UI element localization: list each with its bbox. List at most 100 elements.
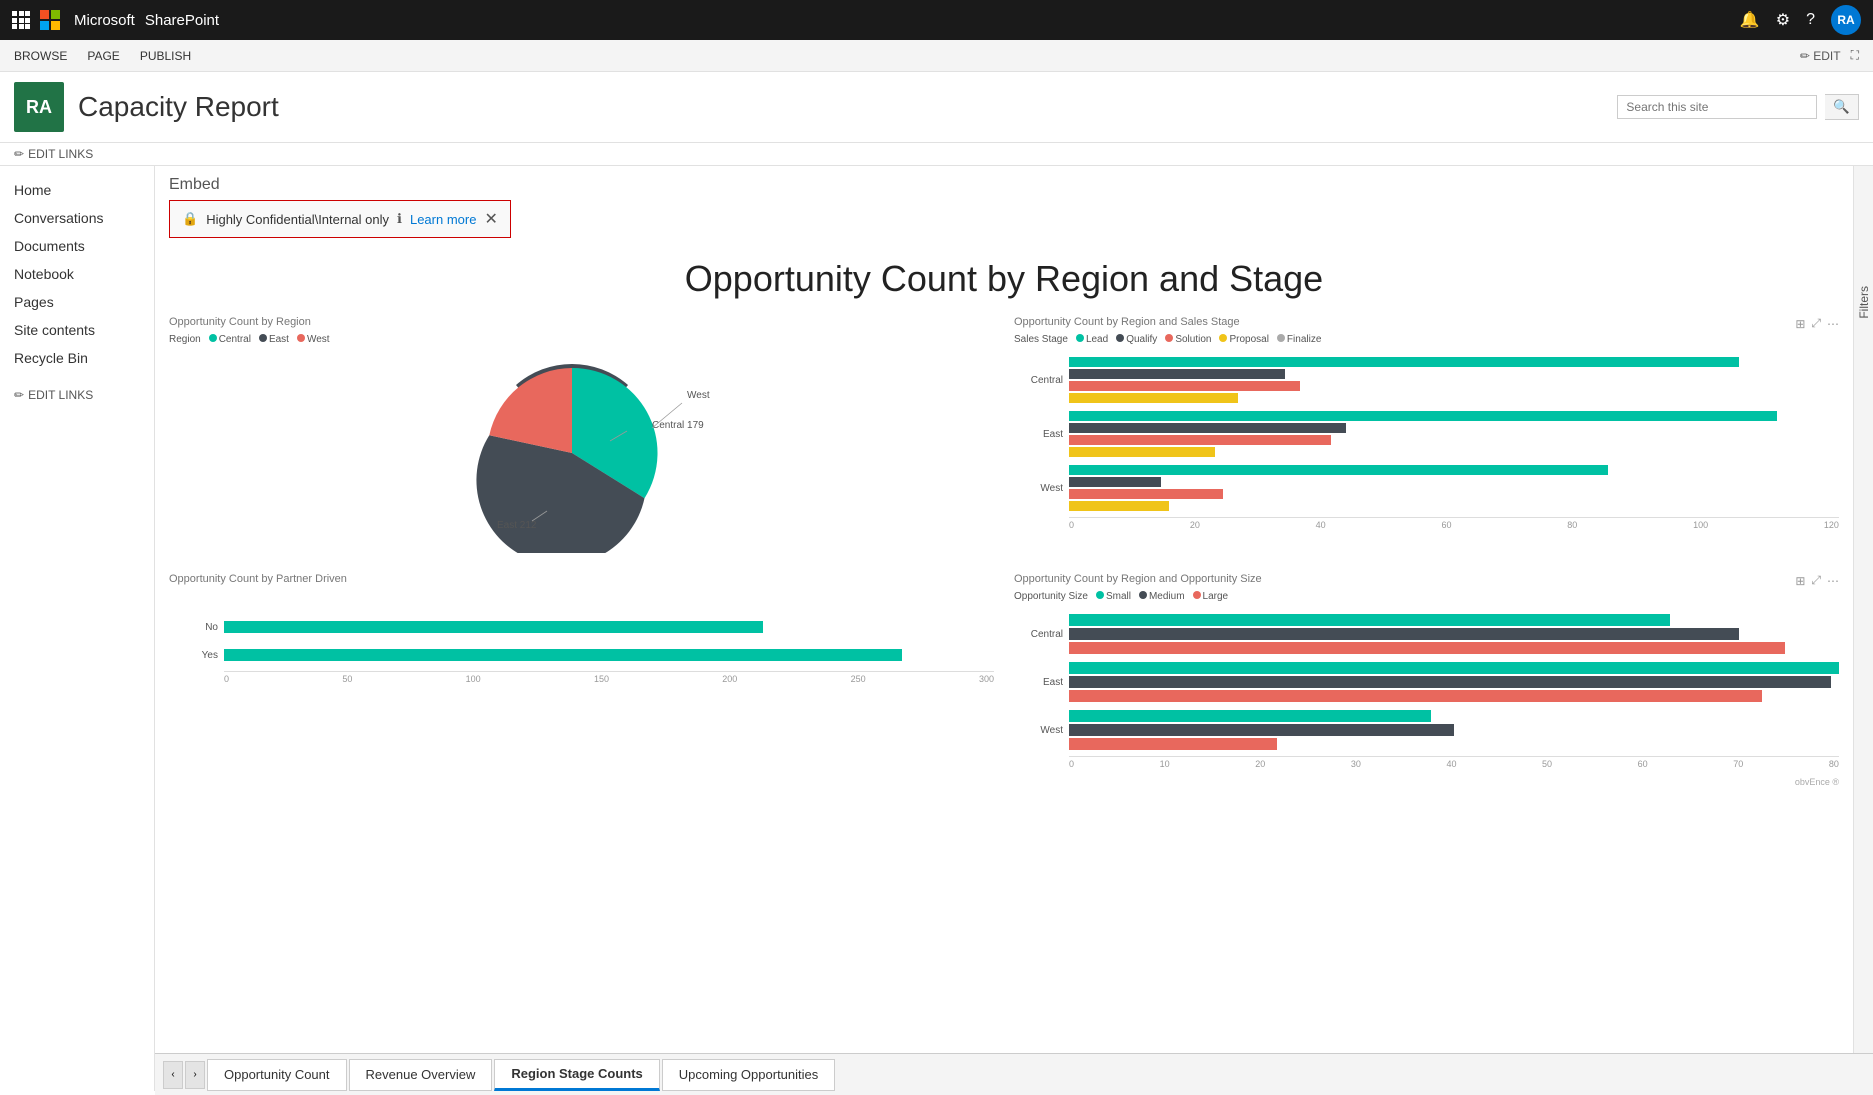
site-header: RA Capacity Report 🔍 xyxy=(0,72,1873,143)
tab-next-arrow[interactable]: › xyxy=(185,1061,205,1089)
partner-chart-box: Opportunity Count by Partner Driven No Y… xyxy=(169,573,994,787)
east-bars: East xyxy=(1014,411,1839,457)
central-size-bars: Central xyxy=(1014,614,1839,654)
content-area: Embed 🔒 Highly Confidential\Internal onl… xyxy=(155,166,1853,1091)
size-chart-legend: Opportunity Size Small Medium Large xyxy=(1014,591,1839,602)
waffle-icon[interactable] xyxy=(12,11,30,29)
help-icon[interactable]: ? xyxy=(1806,11,1815,29)
expand-icon-stage[interactable]: ⤢ xyxy=(1811,316,1821,331)
tab-region-stage-counts[interactable]: Region Stage Counts xyxy=(494,1059,659,1091)
close-confidential-button[interactable]: ✕ xyxy=(484,209,497,229)
tab-upcoming-opportunities[interactable]: Upcoming Opportunities xyxy=(662,1059,835,1091)
bar-stage-visual: Central East xyxy=(1014,353,1839,534)
confidential-bar: 🔒 Highly Confidential\Internal only ℹ Le… xyxy=(169,200,511,238)
tab-prev-arrow[interactable]: ‹ xyxy=(163,1061,183,1089)
fullscreen-icon[interactable]: ⛶ xyxy=(1851,48,1859,63)
legend-east: East xyxy=(259,334,289,345)
yes-bar-row: Yes xyxy=(169,649,994,661)
header-search: 🔍 xyxy=(1617,94,1859,120)
more-icon-stage[interactable]: ⋯ xyxy=(1827,316,1839,331)
pencil-icon: ✏ xyxy=(14,147,24,161)
partner-axis: 0 50 100 150 200 250 300 xyxy=(224,671,994,684)
west-label: West 96 xyxy=(687,390,712,401)
edit-links-button[interactable]: ✏ EDIT LINKS xyxy=(14,147,93,161)
top-bar: Microsoft SharePoint 🔔 ⚙ ? RA xyxy=(0,0,1873,40)
nav-pages[interactable]: Pages xyxy=(0,288,154,316)
partner-chart-title: Opportunity Count by Partner Driven xyxy=(169,573,994,585)
east-label: East 212 xyxy=(497,520,537,531)
settings-icon[interactable]: ⚙ xyxy=(1776,10,1790,30)
left-nav: Home Conversations Documents Notebook Pa… xyxy=(0,166,155,1091)
nav-recycle-bin[interactable]: Recycle Bin xyxy=(0,344,154,372)
central-label: Central xyxy=(1014,375,1069,386)
notification-icon[interactable]: 🔔 xyxy=(1740,10,1760,30)
nav-edit-links[interactable]: ✏ EDIT LINKS xyxy=(0,382,154,408)
more-icon-size[interactable]: ⋯ xyxy=(1827,573,1839,588)
legend-region-label: Region xyxy=(169,334,201,345)
avatar[interactable]: RA xyxy=(1831,5,1861,35)
confidential-text: Highly Confidential\Internal only xyxy=(206,212,389,227)
legend-west: West xyxy=(297,334,330,345)
legend-sales-label: Sales Stage xyxy=(1014,334,1068,345)
search-button[interactable]: 🔍 xyxy=(1825,94,1859,120)
lock-icon: 🔒 xyxy=(182,211,198,227)
yes-label: Yes xyxy=(169,650,224,661)
expand-icon-size[interactable]: ⤢ xyxy=(1811,573,1821,588)
pie-chart-visual: Central 179 East 212 West 96 xyxy=(169,353,994,553)
nav-notebook[interactable]: Notebook xyxy=(0,260,154,288)
no-bar xyxy=(224,621,763,633)
info-icon: ℹ xyxy=(397,211,402,227)
pencil-icon-nav: ✏ xyxy=(14,388,24,402)
page-tab[interactable]: PAGE xyxy=(87,49,119,63)
pie-chart-box: Opportunity Count by Region Region Centr… xyxy=(169,316,994,553)
site-logo: RA xyxy=(14,82,64,132)
nav-home[interactable]: Home xyxy=(0,176,154,204)
charts-row-2: Opportunity Count by Partner Driven No Y… xyxy=(169,573,1839,787)
bar-stage-title: Opportunity Count by Region and Sales St… xyxy=(1014,316,1839,328)
charts-row-1: Opportunity Count by Region Region Centr… xyxy=(169,316,1839,553)
east-label: East xyxy=(1014,429,1069,440)
learn-more-link[interactable]: Learn more xyxy=(410,212,476,227)
no-bar-row: No xyxy=(169,621,994,633)
publish-tab[interactable]: PUBLISH xyxy=(140,49,191,63)
filters-panel[interactable]: Filters xyxy=(1853,166,1873,1091)
size-chart-toolbar: ⊞ ⤢ ⋯ xyxy=(1795,573,1839,588)
legend-lead: Lead xyxy=(1076,334,1108,345)
partner-chart-visual: No Yes 0 50 xyxy=(169,591,994,688)
no-label: No xyxy=(169,622,224,633)
pie-chart-title: Opportunity Count by Region xyxy=(169,316,994,328)
nav-conversations[interactable]: Conversations xyxy=(0,204,154,232)
west-label: West xyxy=(1014,483,1069,494)
yes-bar-container xyxy=(224,649,994,661)
size-chart-visual: Central East xyxy=(1014,610,1839,773)
legend-qualify: Qualify xyxy=(1116,334,1157,345)
stage-axis: 0 20 40 60 80 100 120 xyxy=(1069,517,1839,530)
tab-opportunity-count[interactable]: Opportunity Count xyxy=(207,1059,347,1091)
filter-icon-size[interactable]: ⊞ xyxy=(1795,573,1805,588)
bar-stage-legend: Sales Stage Lead Qualify Solution Propos… xyxy=(1014,334,1839,345)
microsoft-logo xyxy=(40,10,60,30)
central-bars: Central xyxy=(1014,357,1839,403)
size-chart-title: Opportunity Count by Region and Opportun… xyxy=(1014,573,1839,585)
size-chart-box: Opportunity Count by Region and Opportun… xyxy=(1014,573,1839,787)
nav-documents[interactable]: Documents xyxy=(0,232,154,260)
legend-small: Small xyxy=(1096,591,1131,602)
bar-stage-chart-box: Opportunity Count by Region and Sales St… xyxy=(1014,316,1839,553)
legend-central: Central xyxy=(209,334,251,345)
embed-label: Embed xyxy=(169,176,1839,194)
chart-credit: obvEnce ® xyxy=(1014,777,1839,787)
edit-links-bar: ✏ EDIT LINKS xyxy=(0,143,1873,166)
search-input[interactable] xyxy=(1617,95,1817,119)
stage-chart-toolbar: ⊞ ⤢ ⋯ xyxy=(1795,316,1839,331)
ms-title: Microsoft xyxy=(74,12,135,29)
nav-site-contents[interactable]: Site contents xyxy=(0,316,154,344)
legend-medium: Medium xyxy=(1139,591,1185,602)
ribbon-bar: BROWSE PAGE PUBLISH ✏ EDIT ⛶ xyxy=(0,40,1873,72)
filter-icon-stage[interactable]: ⊞ xyxy=(1795,316,1805,331)
west-size-bars: West xyxy=(1014,710,1839,750)
edit-button[interactable]: ✏ EDIT xyxy=(1800,49,1841,63)
browse-tab[interactable]: BROWSE xyxy=(14,49,67,63)
east-size-bars: East xyxy=(1014,662,1839,702)
charts-container: Opportunity Count by Region Region Centr… xyxy=(155,316,1853,787)
tab-revenue-overview[interactable]: Revenue Overview xyxy=(349,1059,493,1091)
